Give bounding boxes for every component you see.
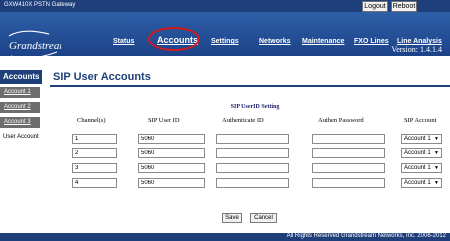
sidebar-item-account-2[interactable]: Account 2 [0,102,40,113]
sip-account-select-4[interactable]: Account 1 ▼ [401,178,442,188]
authenticate-id-field-1[interactable] [216,134,289,144]
column-header-sip-user-id: SIP User ID [148,117,180,124]
dropdown-arrow-icon: ▼ [434,165,439,171]
column-header-authenticate-id: Authenticate ID [222,117,264,124]
sip-user-id-field-4[interactable] [138,178,205,188]
authen-password-field-2[interactable] [312,148,385,158]
header: Grandstream Version: 1.4.1.4 [0,12,450,59]
authen-password-field-4[interactable] [312,178,385,188]
channel-field-1[interactable] [72,134,117,144]
section-title: SIP UserID Setting [230,104,280,110]
nav-fxo-lines[interactable]: FXO Lines [354,38,389,45]
logout-button[interactable]: Logout [362,1,388,12]
authenticate-id-field-4[interactable] [216,178,289,188]
footer: All Rights Reserved Grandstream Networks… [0,233,450,241]
cancel-button[interactable]: Cancel [250,213,277,223]
logo-text: Grandstream [9,40,61,52]
channel-field-4[interactable] [72,178,117,188]
sidebar-item-account-3[interactable]: Account 3 [0,117,40,128]
dropdown-arrow-icon: ▼ [434,136,439,142]
channel-field-3[interactable] [72,163,117,173]
sip-user-id-field-1[interactable] [138,134,205,144]
authen-password-field-1[interactable] [312,134,385,144]
nav-settings[interactable]: Settings [211,38,239,45]
column-header-channels: Channel(s) [77,117,106,124]
logo-icon: Grandstream [8,30,61,59]
nav-accounts[interactable]: Accounts [157,35,198,45]
sip-account-value-3: Account 1 [404,165,431,171]
column-header-authen-password: Authen Password [318,117,364,124]
authen-password-field-3[interactable] [312,163,385,173]
channel-field-2[interactable] [72,148,117,158]
device-name: GXW410X PSTN Gateway [4,2,76,8]
authenticate-id-field-2[interactable] [216,148,289,158]
sip-account-value-4: Account 1 [404,180,431,186]
sip-user-id-field-2[interactable] [138,148,205,158]
authenticate-id-field-3[interactable] [216,163,289,173]
title-divider [50,85,450,87]
reboot-button[interactable]: Reboot [391,1,417,12]
sidebar-heading: Accounts [0,70,42,84]
sip-account-value-2: Account 1 [404,150,431,156]
sip-account-select-2[interactable]: Account 1 ▼ [401,148,442,158]
nav-status[interactable]: Status [113,38,134,45]
save-button[interactable]: Save [222,213,242,223]
sidebar-item-account-1[interactable]: Account 1 [0,87,40,98]
page-title: SIP User Accounts [53,71,151,83]
nav-line-analysis[interactable]: Line Analysis [397,38,442,45]
nav-maintenance[interactable]: Maintenance [302,38,344,45]
dropdown-arrow-icon: ▼ [434,180,439,186]
dropdown-arrow-icon: ▼ [434,150,439,156]
sip-account-select-1[interactable]: Account 1 ▼ [401,134,442,144]
column-header-sip-account: SIP Account [404,117,437,124]
sip-account-select-3[interactable]: Account 1 ▼ [401,163,442,173]
sip-user-id-field-3[interactable] [138,163,205,173]
copyright-text: All Rights Reserved Grandstream Networks… [286,233,446,239]
version-label: Version: 1.4.1.4 [391,45,442,54]
sip-account-value-1: Account 1 [404,136,431,142]
grandstream-logo: Grandstream [5,28,61,60]
sidebar-item-user-account[interactable]: User Account [3,134,39,140]
nav-networks[interactable]: Networks [259,38,291,45]
